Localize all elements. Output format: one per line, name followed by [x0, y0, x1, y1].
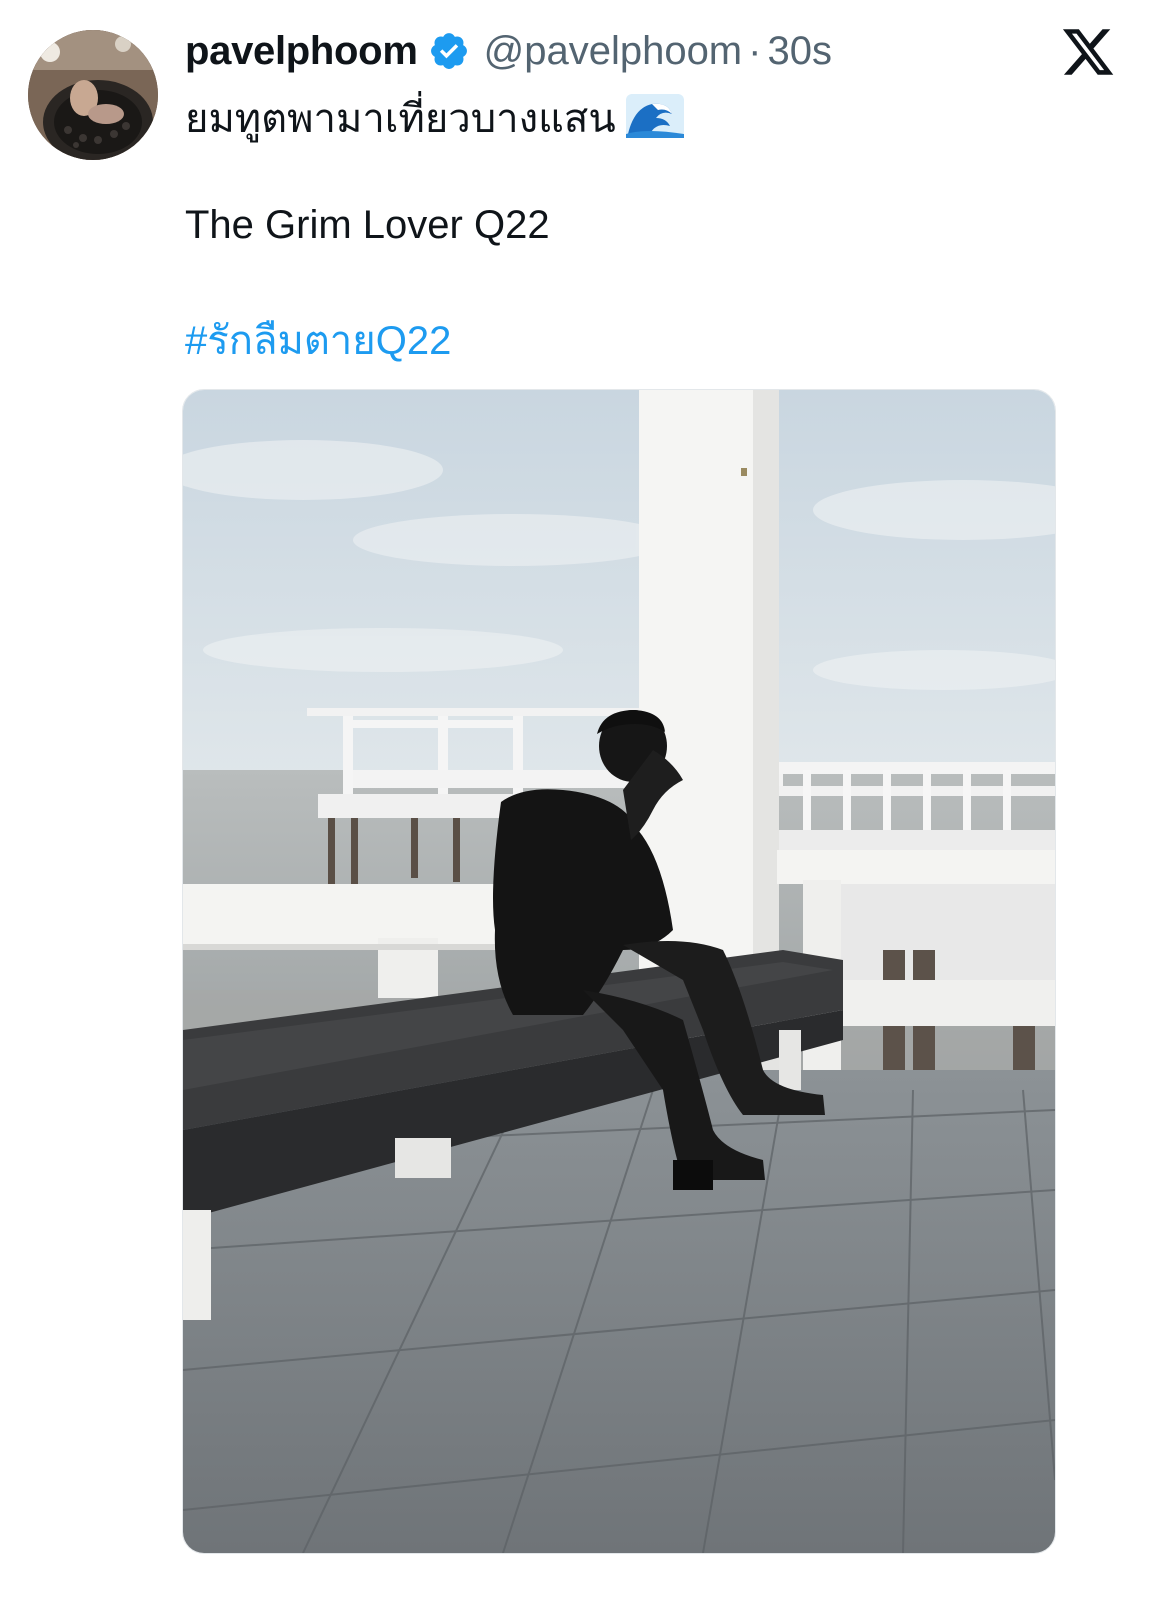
separator-dot: ·	[748, 28, 762, 73]
tweet-text-line-1: ยมทูตพามาเที่ยวบางแสน	[185, 94, 684, 144]
tweet-text-thai: ยมทูตพามาเที่ยวบางแสน	[185, 96, 616, 142]
avatar-image	[28, 30, 158, 160]
water-wave-emoji-icon	[625, 94, 684, 138]
x-logo-icon[interactable]	[1060, 24, 1116, 80]
user-handle[interactable]: @pavelphoom	[484, 29, 743, 74]
verified-badge-icon	[430, 33, 467, 69]
hashtag-link[interactable]: #รักลืมตายQ22	[185, 316, 451, 366]
avatar[interactable]	[28, 30, 158, 160]
tweet-text-line-2: The Grim Lover Q22	[185, 203, 550, 247]
tweet-photo[interactable]	[182, 389, 1056, 1554]
photo-image	[183, 390, 1055, 1553]
display-name[interactable]: pavelphoom	[185, 29, 418, 74]
tweet-header: pavelphoom @pavelphoom · 30s	[185, 24, 832, 78]
timestamp[interactable]: 30s	[767, 29, 832, 74]
